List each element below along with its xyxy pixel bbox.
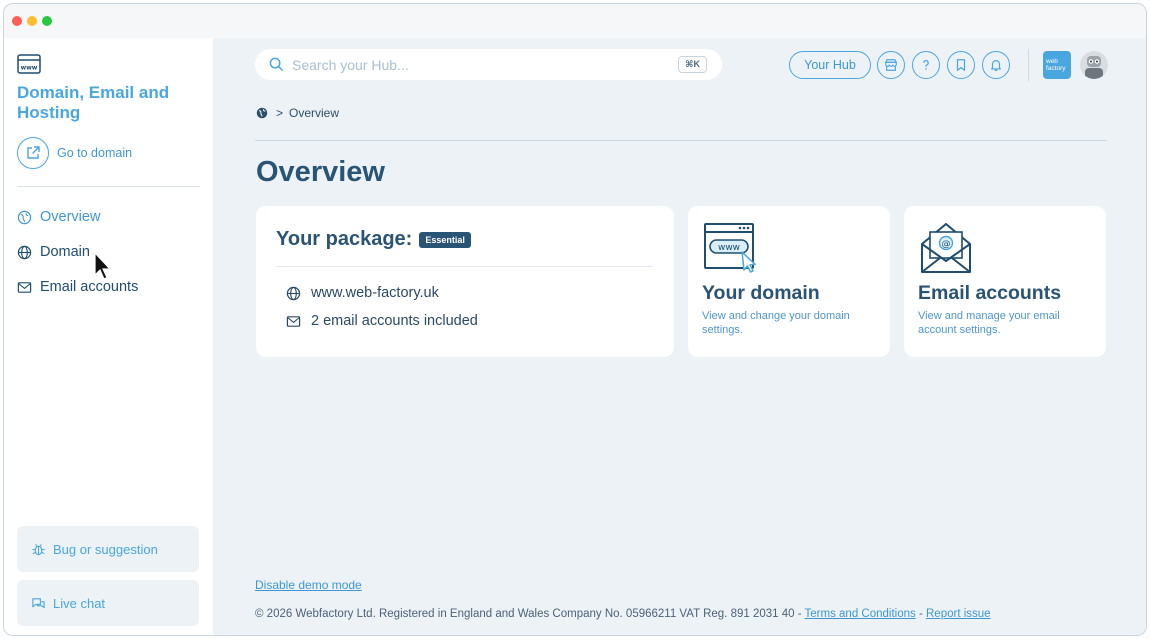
search-bar[interactable]: ⌘K (255, 49, 722, 80)
bookmarks-button[interactable] (947, 51, 975, 79)
svg-text:@: @ (942, 240, 951, 250)
breadcrumb: > Overview (256, 106, 339, 120)
notifications-button[interactable] (982, 51, 1010, 79)
svg-text:www: www (718, 243, 740, 253)
search-icon (269, 57, 284, 72)
minimize-window-button[interactable] (27, 16, 37, 26)
bug-icon (32, 543, 45, 555)
disable-demo-mode-link[interactable]: Disable demo mode (255, 578, 362, 592)
footer-separator: - (915, 608, 926, 620)
bug-or-suggestion-label: Bug or suggestion (53, 541, 158, 557)
globe-icon (17, 245, 32, 259)
search-input[interactable] (292, 56, 662, 73)
sidebar: www Domain, Email and Hosting Go to doma… (4, 38, 213, 635)
store-button[interactable] (877, 51, 905, 79)
footer: © 2026 Webfactory Ltd. Registered in Eng… (255, 608, 991, 620)
package-email-row: 2 email accounts included (286, 313, 478, 329)
footer-copyright: © 2026 Webfactory Ltd. Registered in Eng… (255, 608, 805, 620)
browser-www-illustration-icon: www (704, 223, 756, 273)
go-to-domain-button[interactable]: Go to domain (17, 137, 132, 169)
sidebar-item-label: Overview (40, 209, 101, 225)
external-link-icon (17, 137, 49, 169)
report-issue-link[interactable]: Report issue (926, 608, 991, 620)
sidebar-item-email-accounts[interactable]: Email accounts (17, 279, 138, 295)
breadcrumb-separator: > (276, 106, 284, 120)
page-title: Overview (256, 156, 385, 188)
header-divider (1028, 49, 1029, 81)
main-divider (255, 140, 1107, 141)
globe-outline-icon (17, 210, 32, 224)
browser-www-icon: www (17, 54, 41, 74)
mouse-pointer-icon (94, 252, 112, 280)
home-globe-icon[interactable] (256, 107, 268, 119)
your-hub-button[interactable]: Your Hub (789, 51, 871, 79)
package-domain: www.web-factory.uk (311, 285, 439, 301)
sidebar-item-overview[interactable]: Overview (17, 209, 100, 225)
package-emails: 2 email accounts included (311, 313, 478, 329)
your-domain-title: Your domain (702, 282, 820, 304)
sidebar-item-domain[interactable]: Domain (17, 244, 90, 260)
email-accounts-description: View and manage your email account setti… (918, 310, 1060, 336)
package-title: Your package: (276, 228, 413, 250)
mail-icon (286, 315, 301, 327)
sidebar-item-label: Email accounts (40, 279, 139, 295)
globe-icon (286, 286, 301, 300)
envelope-at-illustration-icon: @ (921, 223, 971, 273)
sidebar-title: Domain, Email and Hosting (17, 83, 170, 122)
package-domain-row: www.web-factory.uk (286, 285, 439, 301)
chat-icon (32, 597, 45, 608)
bell-icon (991, 60, 1001, 71)
your-domain-description: View and change your domain settings. (702, 310, 850, 336)
email-accounts-title: Email accounts (918, 282, 1062, 304)
sidebar-item-label: Domain (40, 244, 90, 260)
live-chat-button[interactable]: Live chat (17, 580, 199, 626)
breadcrumb-current: Overview (289, 106, 340, 120)
maximize-window-button[interactable] (42, 16, 52, 26)
svg-text:www: www (21, 65, 38, 72)
robot-avatar-icon (1085, 56, 1103, 79)
package-badge: Essential (419, 231, 471, 248)
go-to-domain-label: Go to domain (57, 146, 133, 160)
help-icon (923, 60, 929, 70)
terms-link[interactable]: Terms and Conditions (805, 608, 916, 620)
close-window-button[interactable] (12, 16, 22, 26)
bookmark-icon (956, 59, 966, 71)
bug-or-suggestion-button[interactable]: Bug or suggestion (17, 526, 199, 572)
title-bar (4, 4, 1146, 38)
mail-icon (17, 281, 32, 293)
package-card: Your package: Essential www.web-factory.… (256, 206, 674, 357)
your-domain-card[interactable]: www Your domain View and change your dom… (688, 206, 890, 357)
package-divider (276, 266, 653, 267)
sidebar-divider (17, 186, 200, 187)
avatar[interactable] (1080, 51, 1108, 79)
email-accounts-card[interactable]: @ Email accounts View and manage your em… (904, 206, 1106, 357)
package-title-row: Your package: Essential (276, 228, 471, 251)
keyboard-shortcut-hint: ⌘K (678, 56, 707, 73)
store-icon (884, 59, 898, 71)
live-chat-label: Live chat (53, 595, 106, 611)
webfactory-logo[interactable]: web factory (1043, 51, 1071, 79)
help-button[interactable] (912, 51, 940, 79)
app-window: www Domain, Email and Hosting Go to doma… (3, 3, 1147, 636)
